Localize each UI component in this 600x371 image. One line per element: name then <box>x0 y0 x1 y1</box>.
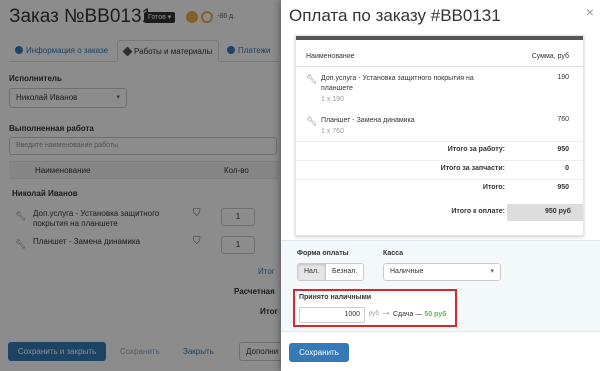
payment-form: Форма оплаты Касса Нал. Безнал. Наличные… <box>281 240 600 331</box>
grand-total: Итого к оплате: 950 руб <box>296 204 583 221</box>
total-parts: Итого за запчасти: 0 <box>296 160 583 177</box>
wrench-icon: 🔧︎ <box>306 74 318 84</box>
currency-label: руб <box>369 311 379 317</box>
receipt-header: Наименование Сумма, руб <box>296 47 583 67</box>
close-icon[interactable]: × <box>586 5 594 19</box>
payment-modal: Оплата по заказу #BB0131 × Наименование … <box>281 0 600 371</box>
total-work: Итого за работу: 950 <box>296 141 583 158</box>
wrench-icon: 🔧︎ <box>306 116 318 126</box>
cashbox-label: Касса <box>383 250 404 257</box>
cashless-option[interactable]: Безнал. <box>324 264 363 280</box>
change-amount: 50 руб <box>424 311 447 318</box>
received-label: Принято наличными <box>299 294 372 301</box>
chevron-down-icon: ▾ <box>490 268 494 275</box>
modal-title: Оплата по заказу #BB0131 <box>289 6 501 25</box>
received-amount-input[interactable]: 1000 <box>299 307 365 323</box>
change-text: Сдача — 50 руб <box>393 311 447 318</box>
payment-form-toggle: Нал. Безнал. <box>297 263 365 281</box>
receipt-edge <box>296 36 583 40</box>
arrow-right-icon: → <box>381 307 391 318</box>
payment-form-label: Форма оплаты <box>297 250 349 257</box>
receipt: Наименование Сумма, руб 🔧︎ Доп.услуга - … <box>295 35 584 236</box>
received-cash-box: Принято наличными 1000 руб → Сдача — 50 … <box>293 289 457 327</box>
cash-option[interactable]: Нал. <box>298 264 325 280</box>
total-sum: Итого: 950 <box>296 179 583 196</box>
modal-footer: Сохранить <box>281 331 600 371</box>
save-button[interactable]: Сохранить <box>289 343 349 362</box>
cashbox-select[interactable]: Наличные ▾ <box>383 263 501 281</box>
